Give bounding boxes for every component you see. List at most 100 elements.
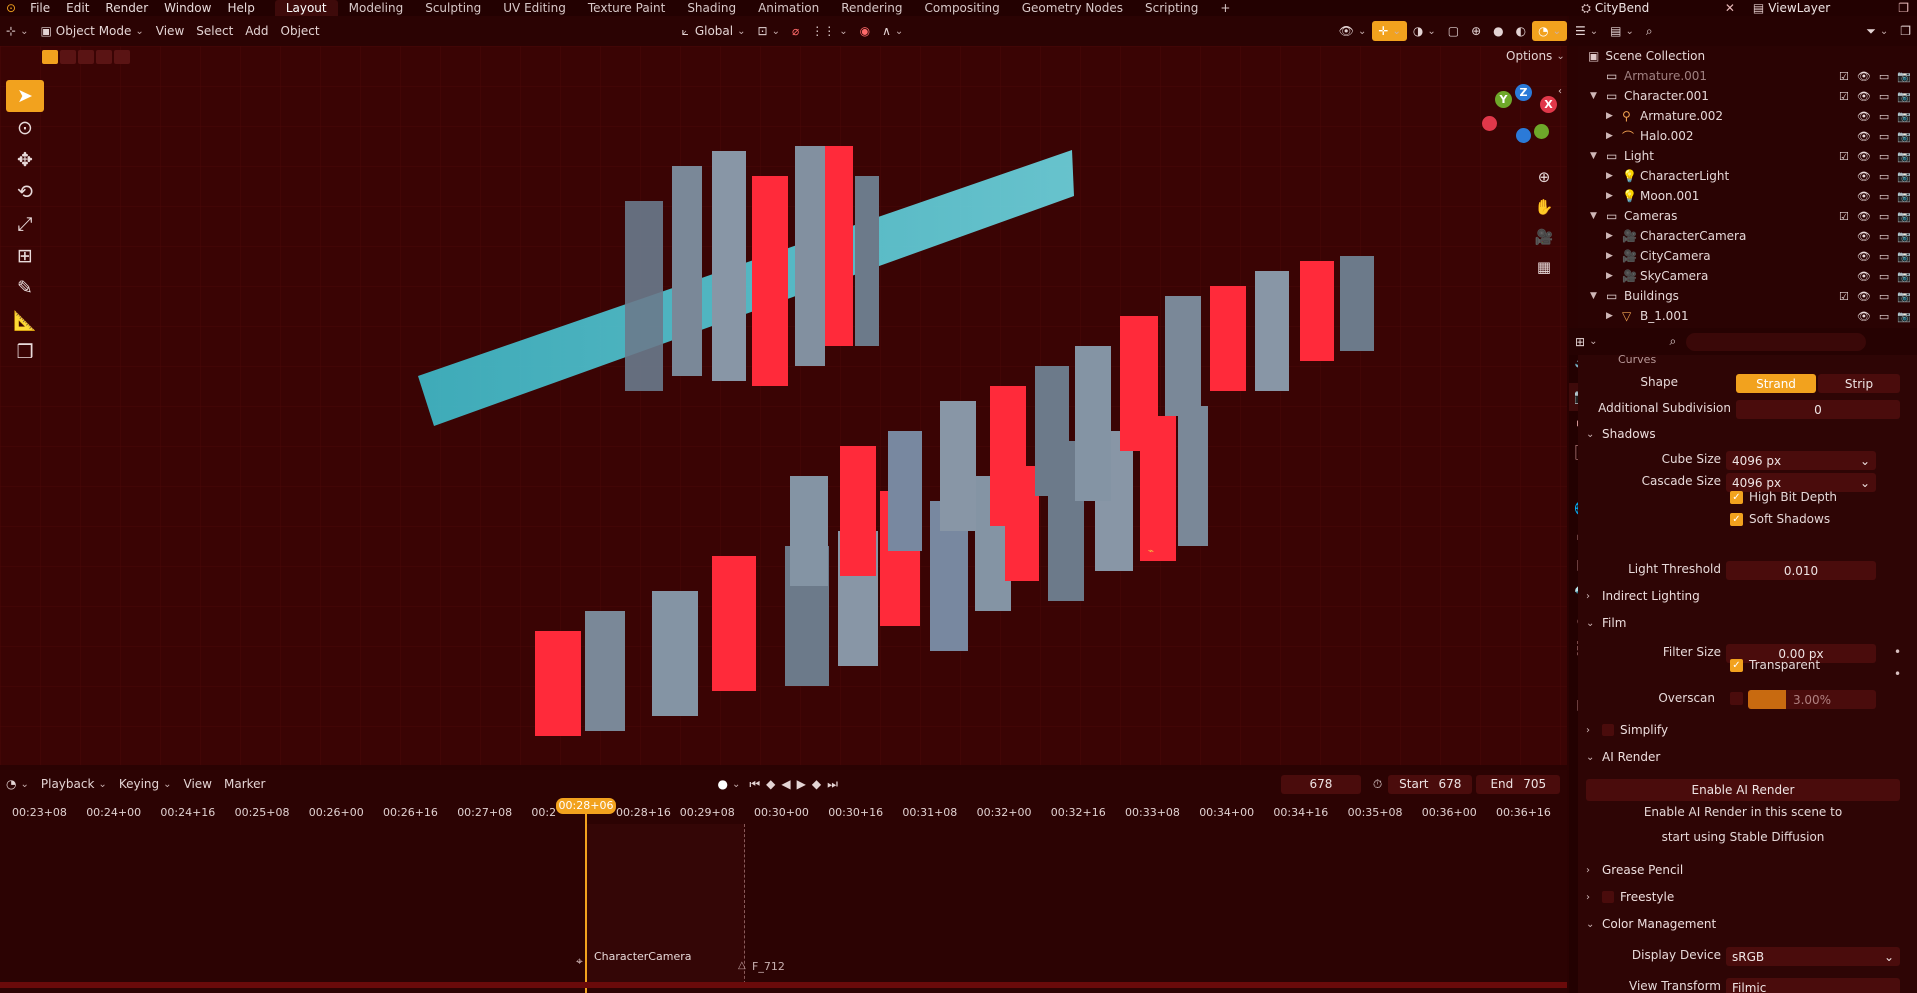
outliner-row[interactable]: ▼ ▭ Cameras ☑ 👁 ▭ 📷 [1578, 206, 1917, 226]
properties-search-icon[interactable]: ⌕ [1663, 332, 1682, 352]
cursor-tool[interactable]: ⊙ [6, 112, 44, 144]
eye-icon[interactable]: 👁 [1857, 150, 1871, 163]
monitor-icon[interactable]: ▭ [1879, 270, 1889, 283]
outliner-row[interactable]: ▶ 🎥 CityCamera 👁 ▭ 📷 [1578, 246, 1917, 266]
select-intersect-icon[interactable] [114, 50, 130, 64]
checkbox-icon[interactable]: ☑ [1839, 150, 1849, 163]
menu-object[interactable]: Object [275, 21, 326, 41]
monitor-icon[interactable]: ▭ [1879, 150, 1889, 163]
snap-icon[interactable]: ⌀ [786, 21, 805, 41]
outliner-row[interactable]: ▶ ⚲ Armature.002 👁 ▭ 📷 [1578, 106, 1917, 126]
eye-icon[interactable]: 👁 [1857, 210, 1871, 223]
zoom-icon[interactable]: ⊕ [1530, 162, 1558, 192]
chevron-right-icon[interactable]: ▶ [1606, 171, 1622, 181]
falloff-dropdown[interactable]: ∧ [876, 21, 909, 41]
outliner-row[interactable]: ▶ ⌒ Halo.002 👁 ▭ 📷 [1578, 126, 1917, 146]
delete-scene-icon[interactable]: ✕ [1725, 1, 1735, 15]
scene-icon[interactable]: ⛭ [1581, 1, 1591, 16]
eye-icon[interactable]: 👁 [1857, 230, 1871, 243]
monitor-icon[interactable]: ▭ [1879, 130, 1889, 143]
menu-help[interactable]: Help [219, 1, 262, 15]
monitor-icon[interactable]: ▭ [1879, 170, 1889, 183]
chevron-down-icon[interactable]: ▼ [1590, 151, 1606, 161]
select-invert-icon[interactable] [96, 50, 112, 64]
view-transform-dropdown[interactable]: Filmic [1726, 978, 1900, 993]
tab-animation[interactable]: Animation [747, 0, 830, 16]
transparent-row[interactable]: ✓ Transparent [1578, 654, 1917, 676]
eye-icon[interactable]: 👁 [1857, 310, 1871, 323]
chevron-right-icon[interactable]: ▶ [1606, 251, 1622, 261]
camera-render-icon[interactable]: 📷 [1897, 230, 1911, 243]
overscan-field[interactable]: 3.00% [1748, 690, 1876, 709]
outliner-row[interactable]: ▶ 🎥 CharacterCamera 👁 ▭ 📷 [1578, 226, 1917, 246]
chevron-down-icon[interactable]: ▼ [1590, 291, 1606, 301]
select-new-icon[interactable] [42, 50, 58, 64]
gizmo-neg-z[interactable] [1516, 128, 1531, 143]
eye-icon[interactable]: 👁 [1857, 250, 1871, 263]
options-dropdown[interactable]: Options [1500, 46, 1567, 66]
curves-header[interactable]: Curves [1618, 355, 1656, 366]
outliner-row[interactable]: ▶ 🎥 SkyCamera 👁 ▭ 📷 [1578, 266, 1917, 286]
rendered-shading-icon[interactable]: ◔ [1532, 21, 1567, 41]
proportional-edit-icon[interactable]: ◉ [854, 21, 876, 41]
playhead-line[interactable] [585, 814, 587, 993]
chevron-right-icon[interactable]: ▶ [1606, 111, 1622, 121]
frame-marker-icon[interactable]: △ [738, 960, 746, 971]
view-layer-name[interactable]: ViewLayer [1768, 1, 1898, 15]
menu-add[interactable]: Add [239, 21, 274, 41]
menu-view[interactable]: View [150, 21, 190, 41]
monitor-icon[interactable]: ▭ [1879, 90, 1889, 103]
camera-marker-label[interactable]: CharacterCamera [594, 950, 691, 963]
simplify-checkbox[interactable] [1602, 724, 1614, 736]
camera-render-icon[interactable]: 📷 [1897, 130, 1911, 143]
gizmo-neg-x[interactable] [1482, 116, 1497, 131]
subdiv-field[interactable]: 0 [1736, 400, 1900, 419]
frame-marker-label[interactable]: F_712 [752, 960, 785, 973]
eye-icon[interactable]: 👁 [1857, 110, 1871, 123]
chevron-right-icon[interactable]: ▶ [1606, 271, 1622, 281]
grease-pencil-section[interactable]: › Grease Pencil [1586, 863, 1683, 877]
properties-search-input[interactable] [1686, 332, 1867, 351]
tab-scripting[interactable]: Scripting [1134, 0, 1209, 16]
outliner-search-icon[interactable]: ⌕ [1640, 21, 1659, 41]
select-box-tool[interactable]: ➤ [6, 80, 44, 112]
transform-tool[interactable]: ⊞ [6, 240, 44, 272]
camera-render-icon[interactable]: 📷 [1897, 250, 1911, 263]
tab-modeling[interactable]: Modeling [338, 0, 415, 16]
gizmo-z-axis[interactable]: Z [1515, 84, 1532, 101]
outliner-row[interactable]: ▶ 💡 Moon.001 👁 ▭ 📷 [1578, 186, 1917, 206]
timeline[interactable]: ◔ Playback Keying View Marker ● ⏮ ◆ ◀ ▶ … [0, 770, 1567, 993]
checkbox-checked-icon[interactable]: ✓ [1730, 658, 1743, 672]
tab-layout[interactable]: Layout [274, 0, 338, 16]
gizmo-x-axis[interactable]: X [1540, 96, 1557, 113]
chevron-right-icon[interactable]: ▶ [1606, 131, 1622, 141]
indirect-lighting-section[interactable]: › Indirect Lighting [1586, 589, 1700, 603]
shape-strip-button[interactable]: Strip [1818, 374, 1900, 393]
checkbox-checked-icon[interactable]: ✓ [1730, 512, 1743, 526]
cube-size-dropdown[interactable]: 4096 px ⌄ [1726, 451, 1876, 470]
snap-target-dropdown[interactable]: ⋮⋮ [805, 21, 853, 41]
playhead-badge[interactable]: 00:28+06 [556, 798, 616, 814]
outliner-row[interactable]: ▼ ▭ Buildings ☑ 👁 ▭ 📷 [1578, 286, 1917, 306]
properties-editor-type[interactable]: ⊞ [1569, 332, 1603, 352]
tab-texture-paint[interactable]: Texture Paint [577, 0, 676, 16]
monitor-icon[interactable]: ▭ [1879, 190, 1889, 203]
camera-render-icon[interactable]: 📷 [1897, 310, 1911, 323]
add-cube-tool[interactable]: ❒ [6, 336, 44, 368]
scene-collection-row[interactable]: ▣ Scene Collection [1578, 46, 1917, 66]
display-mode-dropdown[interactable]: ▤ [1604, 21, 1640, 41]
camera-render-icon[interactable]: 📷 [1897, 210, 1911, 223]
add-workspace-button[interactable]: + [1209, 0, 1241, 16]
wireframe-shading-icon[interactable]: ⊕ [1465, 21, 1487, 41]
gizmo-neg-y[interactable] [1534, 124, 1549, 139]
checkbox-icon[interactable]: ☑ [1839, 90, 1849, 103]
view-layer-icon[interactable]: ▤ [1753, 1, 1764, 15]
chevron-down-icon[interactable]: ▼ [1590, 91, 1606, 101]
rotate-tool[interactable]: ⟲ [6, 176, 44, 208]
camera-marker-icon[interactable]: ⌖ [576, 954, 583, 969]
3d-viewport[interactable]: ⌁ Options ➤ ⊙ ✥ ⟲ ⤢ ⊞ ✎ 📐 ❒ Y Z X ⊕ ✋ 🎥 … [0, 46, 1567, 765]
light-threshold-field[interactable]: 0.010 [1726, 561, 1876, 580]
keyframe-dot-icon[interactable]: • [1894, 667, 1901, 681]
camera-render-icon[interactable]: 📷 [1897, 290, 1911, 303]
scale-tool[interactable]: ⤢ [6, 208, 44, 240]
